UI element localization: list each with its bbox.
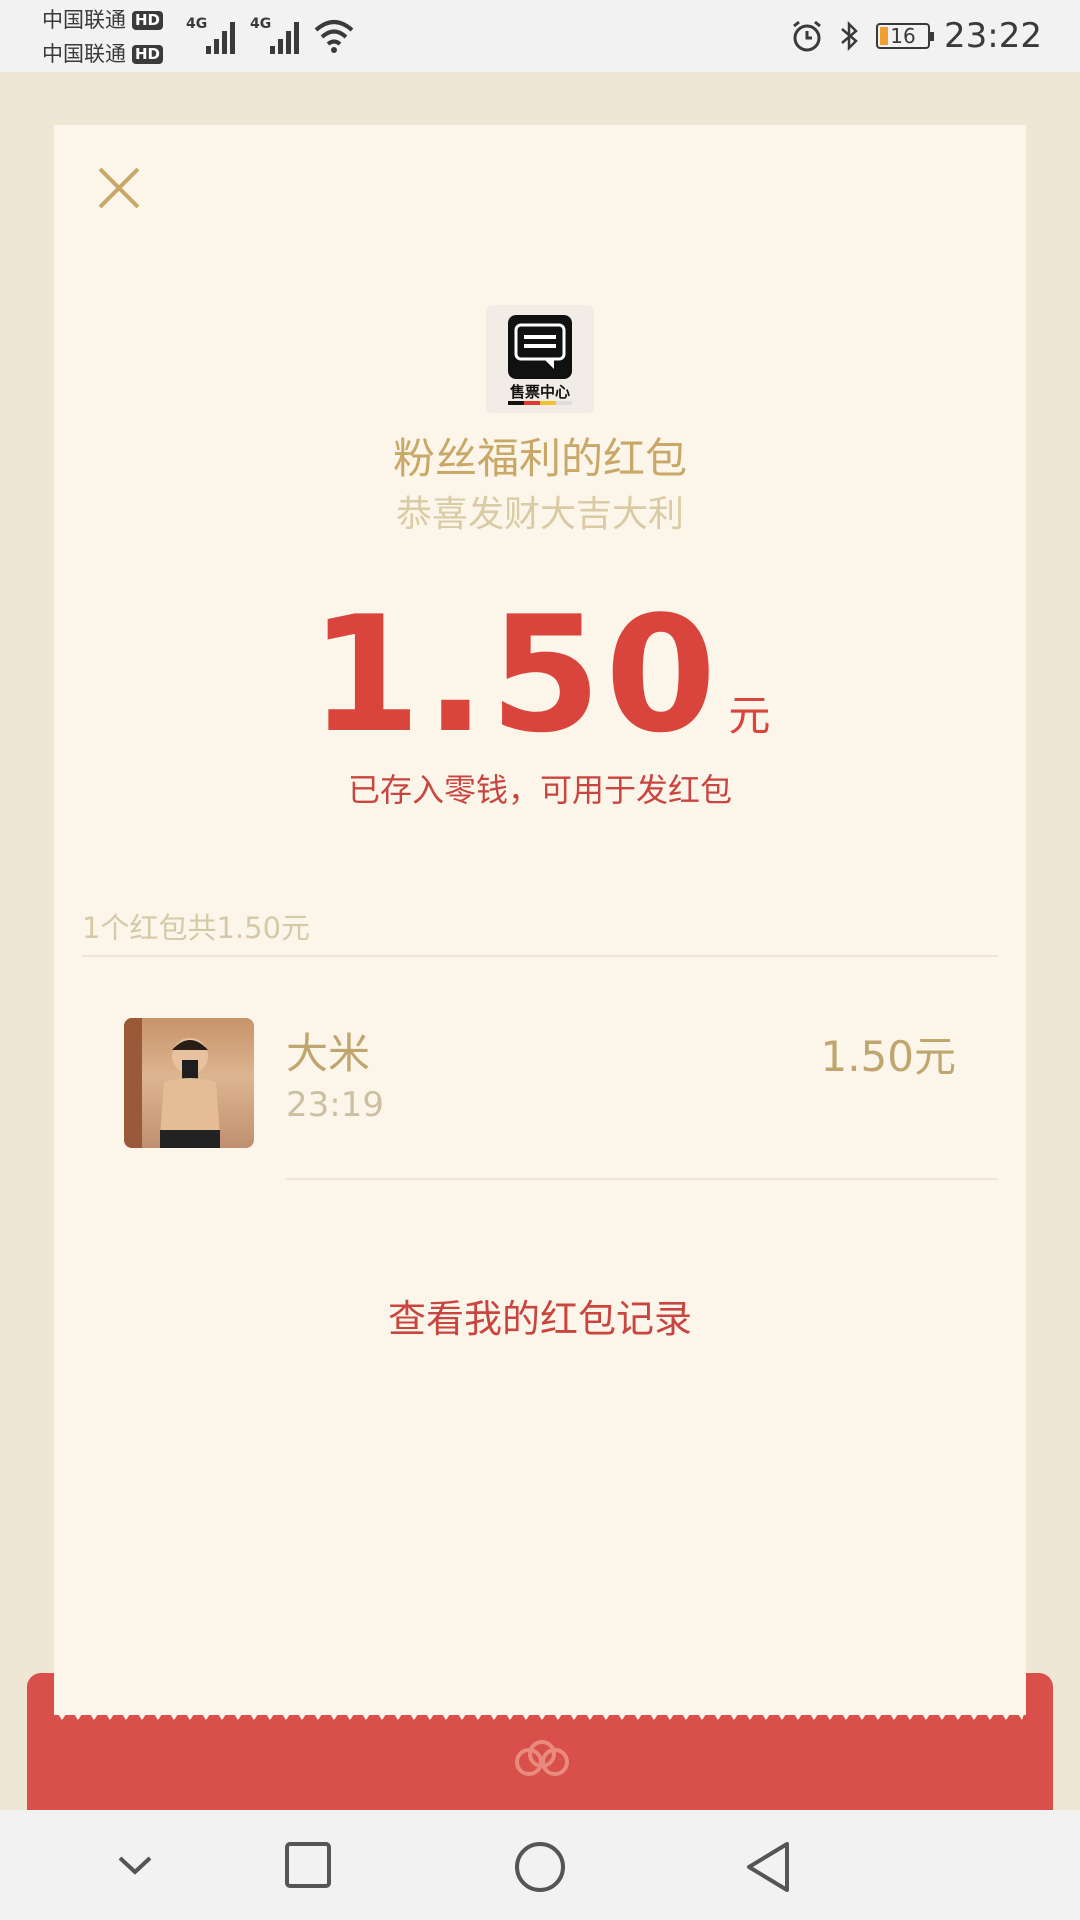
- summary-divider: [82, 955, 998, 957]
- carrier-1: 中国联通 HD: [42, 8, 164, 32]
- red-packet-detail-card: 售票中心 粉丝福利的红包 恭喜发财大吉大利 1.50 元 已存入零钱，可用于发红包…: [54, 125, 1026, 1715]
- record-divider: [286, 1178, 998, 1180]
- sender-name: 粉丝福利的红包: [392, 434, 687, 483]
- card-zigzag-edge: [54, 1708, 1026, 1720]
- avatar[interactable]: [124, 1018, 254, 1148]
- status-right: 16 23:22: [790, 14, 1042, 58]
- sender-logo: 售票中心: [486, 305, 594, 413]
- battery-icon: 16: [876, 23, 935, 49]
- record-time: 23:19: [286, 1085, 384, 1125]
- clock: 23:22: [944, 16, 1042, 56]
- bluetooth-icon: [841, 20, 858, 52]
- amount-note: 已存入零钱，可用于发红包: [347, 771, 732, 809]
- back-chevron-icon[interactable]: [110, 1840, 160, 1890]
- greeting: 恭喜发财大吉大利: [395, 494, 684, 535]
- carrier-1-name: 中国联通: [42, 8, 126, 32]
- logo-label: 售票中心: [509, 383, 570, 401]
- carrier-2: 中国联通 HD: [42, 42, 164, 66]
- navigate-back-icon[interactable]: [743, 1840, 793, 1894]
- status-bar: 中国联通 HD 中国联通 HD 4G 4G 16 23:22: [0, 0, 1080, 72]
- view-records-link[interactable]: 查看我的红包记录: [54, 1288, 1026, 1343]
- recent-apps-icon[interactable]: [283, 1840, 333, 1890]
- record-name: 大米: [286, 1029, 371, 1078]
- chat-logo-icon: [508, 315, 572, 379]
- carrier-2-name: 中国联通: [42, 42, 126, 66]
- record-amount: 1.50元: [820, 1032, 956, 1081]
- home-icon[interactable]: [513, 1840, 567, 1894]
- navigation-bar: [0, 1810, 1080, 1920]
- hd-badge-2: HD: [132, 44, 164, 64]
- close-icon[interactable]: [94, 163, 144, 213]
- alarm-icon: [793, 20, 821, 52]
- battery-level: 16: [890, 24, 916, 48]
- amount-value: 1.50: [309, 581, 721, 768]
- packet-summary: 1个红包共1.50元: [82, 911, 311, 945]
- hd-badge: HD: [132, 10, 164, 30]
- logo-stripes: [508, 401, 572, 405]
- wifi-icon: [314, 20, 354, 53]
- envelope-emblem-icon: [515, 1740, 569, 1776]
- amount-unit: 元: [728, 691, 771, 740]
- amount-display: 1.50 元: [54, 595, 1026, 755]
